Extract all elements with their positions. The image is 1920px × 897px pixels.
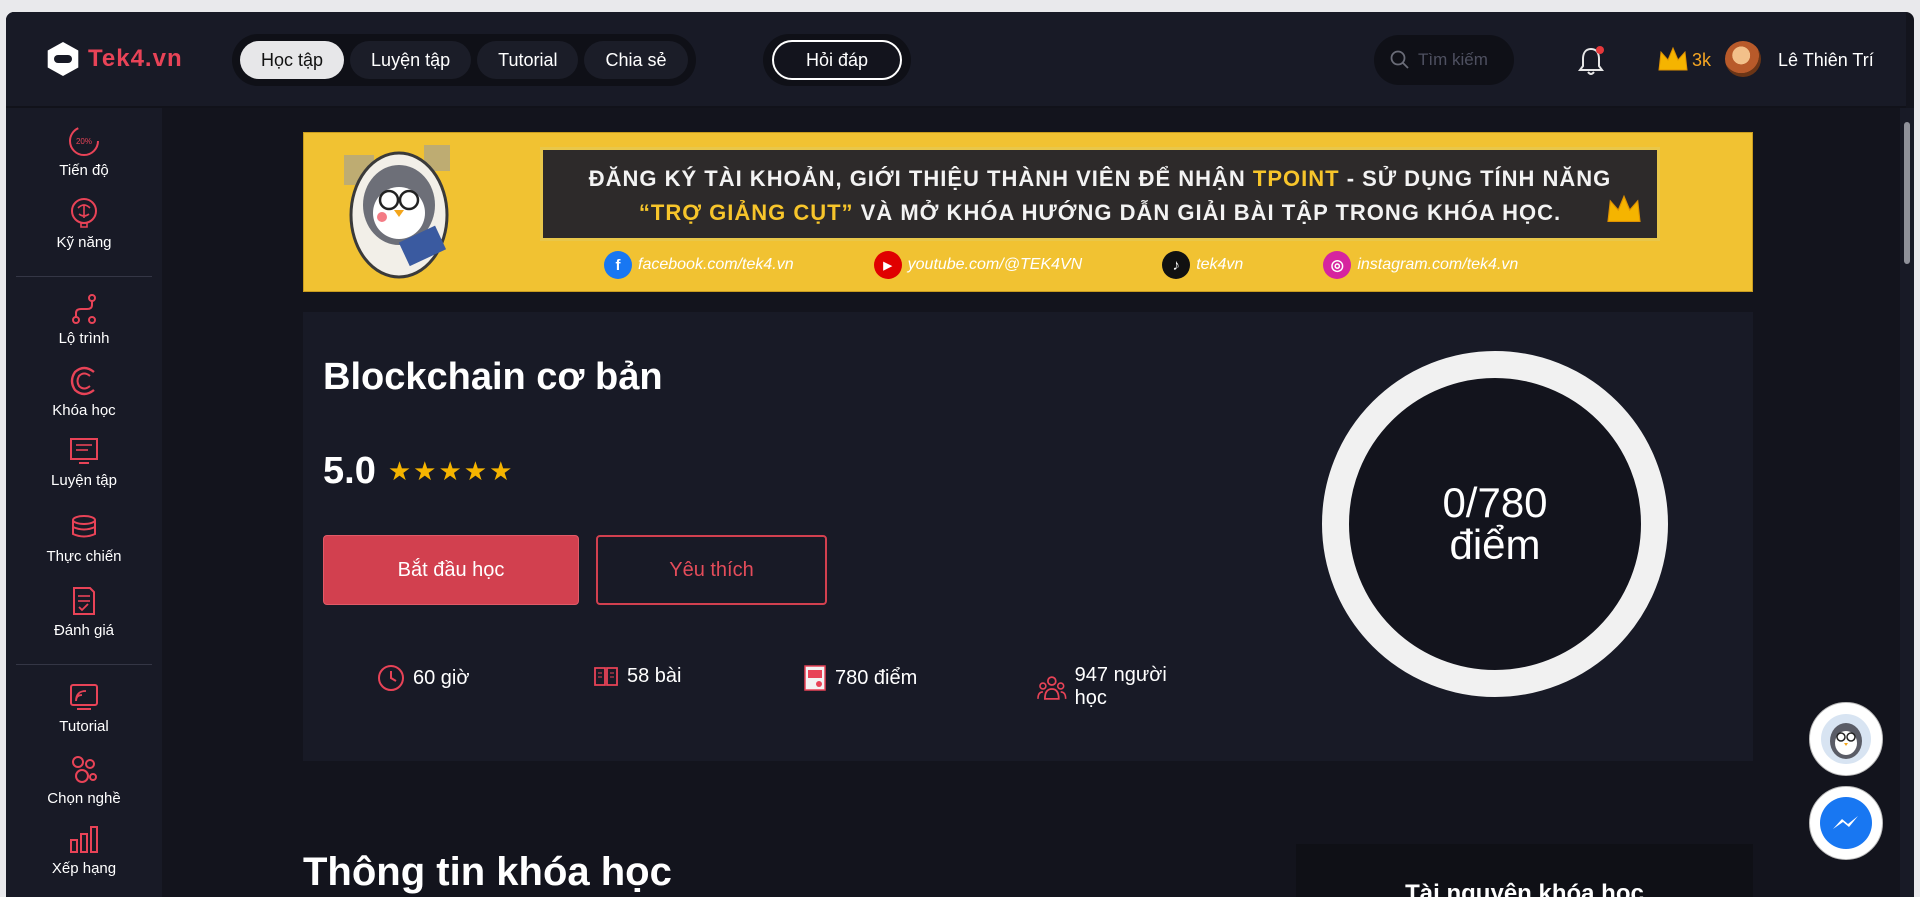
sidebar-item-lo-trinh[interactable]: Lộ trình xyxy=(6,292,162,347)
clock-icon xyxy=(378,665,404,691)
sidebar-item-luyen-tap[interactable]: Luyện tập xyxy=(6,434,162,489)
logo[interactable]: Tek4.vn xyxy=(46,42,183,76)
course-icon xyxy=(70,366,95,396)
rating-value: 5.0 xyxy=(323,450,376,492)
sidebar-item-label: Tutorial xyxy=(59,718,109,735)
course-title: Blockchain cơ bản xyxy=(323,356,663,398)
sidebar-divider xyxy=(16,664,152,665)
logo-icon xyxy=(47,42,79,76)
start-learning-button[interactable]: Bắt đầu học xyxy=(323,535,579,605)
course-info-title: Thông tin khóa học xyxy=(303,850,672,894)
sidebar-item-danh-gia[interactable]: Đánh giá xyxy=(6,584,162,639)
svg-text:20%: 20% xyxy=(76,137,92,146)
sidebar-item-chon-nghe[interactable]: Chọn nghề xyxy=(6,752,162,807)
avatar[interactable] xyxy=(1725,41,1761,77)
qa-button[interactable]: Hỏi đáp xyxy=(772,40,902,80)
stat-points: 780 điểm xyxy=(803,664,917,692)
sidebar-item-xep-hang[interactable]: Xếp hạng xyxy=(6,822,162,877)
search-icon xyxy=(1390,50,1409,69)
sidebar-item-label: Chọn nghề xyxy=(47,790,121,807)
nav-hoc-tap[interactable]: Học tập xyxy=(240,41,345,79)
promo-banner[interactable]: ĐĂNG KÝ TÀI KHOẢN, GIỚI THIỆU THÀNH VIÊN… xyxy=(303,132,1753,292)
tutorial-icon xyxy=(70,684,98,710)
user-name[interactable]: Lê Thiên Trí xyxy=(1778,50,1874,71)
scrollbar-thumb[interactable] xyxy=(1904,122,1910,264)
points-count: 3k xyxy=(1692,50,1712,70)
rating-stars: ★★★★★ xyxy=(387,456,515,486)
sidebar-divider xyxy=(16,276,152,277)
social-links: f facebook.com/tek4.vn ▶ youtube.com/@TE… xyxy=(604,251,1518,279)
career-icon xyxy=(72,756,97,783)
ranking-icon xyxy=(70,826,98,853)
sidebar-item-ky-nang[interactable]: Kỹ năng xyxy=(6,196,162,251)
facebook-icon: f xyxy=(604,251,632,279)
social-instagram[interactable]: ◎ instagram.com/tek4.vn xyxy=(1323,251,1518,279)
main-nav: Học tập Luyện tập Tutorial Chia sẻ xyxy=(232,34,696,86)
stat-lessons: 58 bài xyxy=(593,664,682,688)
social-tiktok[interactable]: ♪ tek4vn xyxy=(1162,251,1243,279)
battle-icon xyxy=(72,515,96,538)
course-overview-card: Blockchain cơ bản 5.0 ★★★★★ Bắt đầu học … xyxy=(303,312,1753,761)
sidebar-item-label: Thực chiến xyxy=(46,548,122,565)
score-unit: điểm xyxy=(1449,521,1541,568)
sidebar-item-thuc-chien[interactable]: Thực chiến xyxy=(6,510,162,565)
sidebar-item-label: Luyện tập xyxy=(51,472,117,489)
social-youtube[interactable]: ▶ youtube.com/@TEK4VN xyxy=(873,251,1082,279)
course-rating: 5.0 ★★★★★ xyxy=(323,450,514,493)
instagram-icon: ◎ xyxy=(1323,251,1352,279)
qa-wrapper: Hỏi đáp xyxy=(763,34,911,86)
bell-icon[interactable] xyxy=(1576,45,1606,77)
stat-duration: 60 giờ xyxy=(377,664,469,692)
sidebar-item-label: Tiến độ xyxy=(59,162,109,179)
chat-assistant-button[interactable] xyxy=(1809,702,1883,776)
tiktok-icon: ♪ xyxy=(1162,251,1191,279)
banner-line-2: “TRỢ GIẢNG CỤT” VÀ MỞ KHÓA HƯỚNG DẪN GIẢ… xyxy=(638,200,1562,225)
certificate-icon xyxy=(804,665,826,691)
progress-icon: 20% xyxy=(69,126,99,156)
course-stats: 60 giờ 58 bài 780 điểm 947 người học xyxy=(303,664,1203,709)
logo-text: Tek4.vn xyxy=(88,45,183,72)
search-box[interactable] xyxy=(1374,35,1514,85)
users-icon xyxy=(1037,676,1067,700)
sidebar-item-label: Lộ trình xyxy=(58,330,110,347)
nav-tutorial[interactable]: Tutorial xyxy=(477,41,579,79)
sidebar-item-label: Khóa học xyxy=(52,402,116,419)
social-facebook[interactable]: f facebook.com/tek4.vn xyxy=(604,251,794,279)
messenger-button[interactable] xyxy=(1809,786,1883,860)
nav-luyen-tap[interactable]: Luyện tập xyxy=(350,41,472,79)
search-input[interactable] xyxy=(1418,50,1514,70)
book-icon xyxy=(594,667,618,686)
sidebar-item-label: Xếp hạng xyxy=(51,860,117,877)
youtube-icon: ▶ xyxy=(873,251,902,279)
crown-icon xyxy=(1658,46,1688,71)
app-window: Tek4.vn Học tập Luyện tập Tutorial Chia … xyxy=(6,12,1914,897)
resources-card: Tài nguyên khóa học xyxy=(1296,844,1753,897)
route-icon xyxy=(72,294,96,324)
stat-learners: 947 người học xyxy=(1037,664,1203,710)
nav-chia-se[interactable]: Chia sẻ xyxy=(584,41,688,79)
top-navbar: Tek4.vn Học tập Luyện tập Tutorial Chia … xyxy=(6,12,1906,108)
favorite-button[interactable]: Yêu thích xyxy=(596,535,827,605)
messenger-icon xyxy=(1820,797,1872,849)
sidebar-item-tutorial[interactable]: Tutorial xyxy=(6,680,162,735)
review-icon xyxy=(73,587,95,615)
sidebar-item-label: Kỹ năng xyxy=(56,234,112,251)
resources-title: Tài nguyên khóa học xyxy=(1405,880,1644,897)
penguin-mascot-icon xyxy=(344,145,450,279)
banner-line-1: ĐĂNG KÝ TÀI KHOẢN, GIỚI THIỆU THÀNH VIÊN… xyxy=(588,166,1612,191)
practice-icon xyxy=(70,438,98,464)
sidebar-item-khoa-hoc[interactable]: Khóa học xyxy=(6,364,162,419)
crown-icon xyxy=(1607,194,1641,222)
page-scrollbar[interactable] xyxy=(1900,108,1914,897)
penguin-avatar-icon xyxy=(1821,714,1871,764)
sidebar-item-tien-do[interactable]: 20% Tiến độ xyxy=(6,124,162,179)
sidebar: 20% Tiến độ Kỹ năng Lộ trình Khóa học Lu… xyxy=(6,108,162,897)
banner-message: ĐĂNG KÝ TÀI KHOẢN, GIỚI THIỆU THÀNH VIÊN… xyxy=(540,147,1660,241)
brain-icon xyxy=(71,198,97,228)
score-progress-ring: 0/780 điểm xyxy=(1322,351,1668,697)
sidebar-item-label: Đánh giá xyxy=(53,622,115,639)
score-value: 0/780 xyxy=(1442,479,1548,526)
